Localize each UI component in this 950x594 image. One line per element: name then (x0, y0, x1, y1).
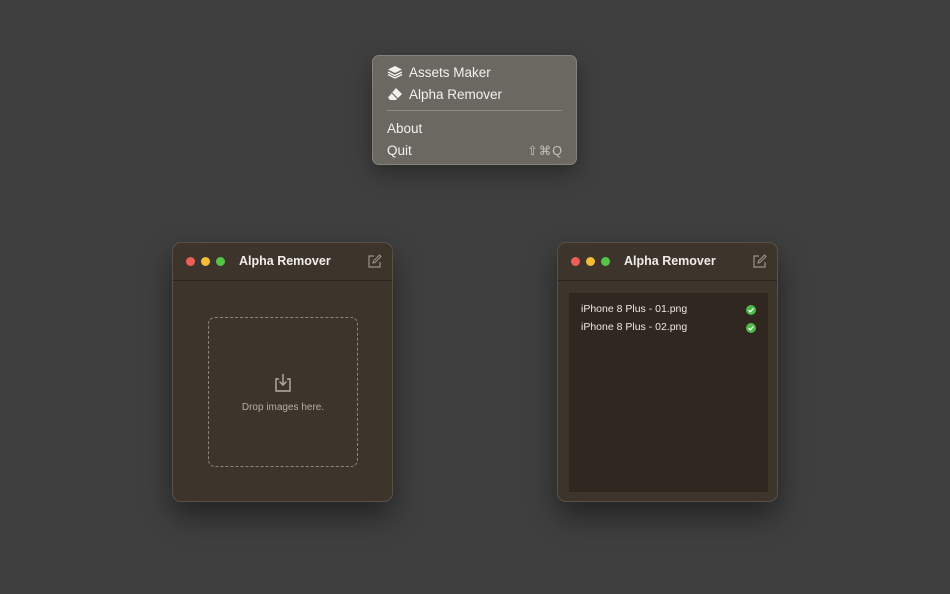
file-name: iPhone 8 Plus - 02.png (581, 321, 688, 333)
menu-item-quit[interactable]: Quit ⇧⌘Q (373, 139, 576, 161)
compose-icon[interactable] (367, 254, 382, 269)
close-button[interactable] (571, 257, 580, 266)
drop-zone[interactable]: Drop images here. (208, 317, 358, 467)
file-list: iPhone 8 Plus - 01.png iPhone 8 Plus - 0… (569, 293, 768, 492)
layers-icon (387, 66, 403, 79)
menu-item-label: About (387, 120, 423, 136)
menu-item-label: Alpha Remover (409, 86, 503, 102)
quit-shortcut: ⇧⌘Q (527, 143, 563, 158)
menu-item-label: Quit (387, 142, 412, 158)
checkmark-icon (746, 323, 756, 333)
zoom-button[interactable] (216, 257, 225, 266)
file-name: iPhone 8 Plus - 01.png (581, 303, 688, 315)
title-bar[interactable]: Alpha Remover (558, 243, 777, 281)
zoom-button[interactable] (601, 257, 610, 266)
checkmark-icon (746, 305, 756, 315)
menu-separator (387, 110, 562, 111)
list-item[interactable]: iPhone 8 Plus - 01.png (581, 302, 757, 318)
drop-instructions: Drop images here. (241, 402, 325, 413)
download-tray-icon (275, 374, 291, 392)
list-item[interactable]: iPhone 8 Plus - 02.png (581, 320, 757, 336)
minimize-button[interactable] (586, 257, 595, 266)
menu-item-assets-maker[interactable]: Assets Maker (373, 61, 576, 83)
close-button[interactable] (186, 257, 195, 266)
alpha-remover-window-files: Alpha Remover iPhone 8 Plus - 01.png iPh… (557, 242, 778, 502)
minimize-button[interactable] (201, 257, 210, 266)
window-title: Alpha Remover (624, 254, 716, 268)
title-bar[interactable]: Alpha Remover (173, 243, 392, 281)
menu-item-label: Assets Maker (409, 64, 491, 80)
menu-item-about[interactable]: About (373, 117, 576, 139)
status-menu: Assets Maker Alpha Remover About Quit ⇧⌘… (372, 55, 577, 165)
compose-icon[interactable] (752, 254, 767, 269)
eraser-icon (388, 88, 402, 100)
menu-item-alpha-remover[interactable]: Alpha Remover (373, 83, 576, 105)
window-title: Alpha Remover (239, 254, 331, 268)
alpha-remover-window-empty: Alpha Remover Drop images here. (172, 242, 393, 502)
